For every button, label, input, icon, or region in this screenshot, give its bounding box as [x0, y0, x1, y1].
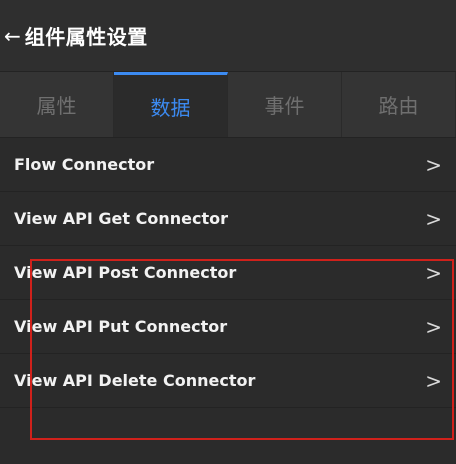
connector-item-view-api-post[interactable]: View API Post Connector >	[0, 246, 456, 300]
panel-title: 组件属性设置	[24, 25, 148, 49]
connector-item-view-api-delete[interactable]: View API Delete Connector >	[0, 354, 456, 408]
component-properties-panel: ← 组件属性设置 属性 数据 事件 路由 Flow Connector > Vi…	[0, 0, 456, 464]
connector-item-view-api-put[interactable]: View API Put Connector >	[0, 300, 456, 354]
chevron-right-icon: >	[425, 206, 442, 231]
tab-data[interactable]: 数据	[114, 72, 228, 137]
chevron-right-icon: >	[425, 314, 442, 339]
tab-bar: 属性 数据 事件 路由	[0, 72, 456, 138]
connector-list: Flow Connector > View API Get Connector …	[0, 138, 456, 408]
connector-label: View API Delete Connector	[14, 371, 256, 390]
connector-item-view-api-get[interactable]: View API Get Connector >	[0, 192, 456, 246]
connector-item-flow[interactable]: Flow Connector >	[0, 138, 456, 192]
connector-label: View API Put Connector	[14, 317, 228, 336]
tab-properties[interactable]: 属性	[0, 72, 114, 137]
chevron-right-icon: >	[425, 152, 442, 177]
connector-label: View API Post Connector	[14, 263, 237, 282]
chevron-right-icon: >	[425, 260, 442, 285]
panel-header: ← 组件属性设置	[0, 0, 456, 72]
tab-events[interactable]: 事件	[228, 72, 342, 137]
arrow-left-icon[interactable]: ←	[4, 26, 21, 46]
connector-label: View API Get Connector	[14, 209, 229, 228]
connector-label: Flow Connector	[14, 155, 155, 174]
tab-routing[interactable]: 路由	[342, 72, 456, 137]
chevron-right-icon: >	[425, 368, 442, 393]
